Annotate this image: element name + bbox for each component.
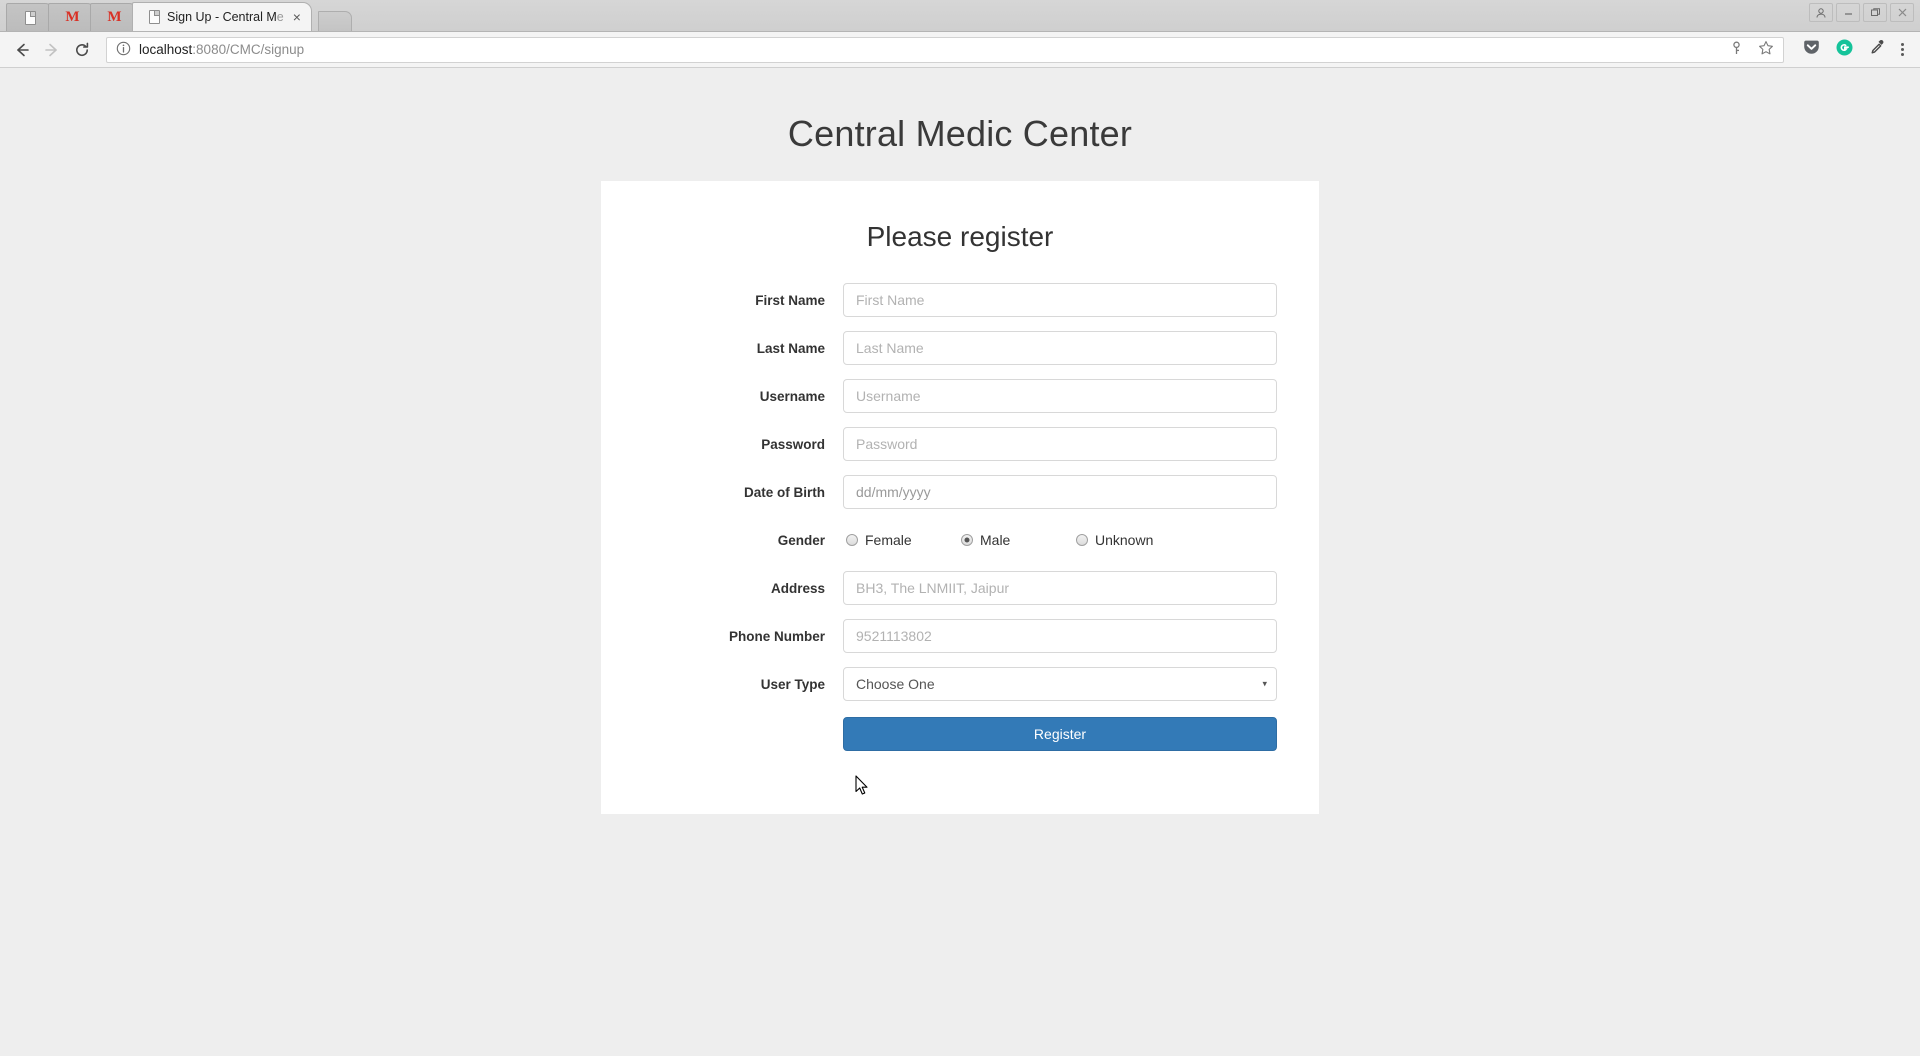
form-row-password: Password bbox=[643, 427, 1277, 461]
browser-title-bar: M M Sign Up - Central Me × bbox=[0, 0, 1920, 32]
form-row-phone-number: Phone Number bbox=[643, 619, 1277, 653]
label-password: Password bbox=[761, 436, 825, 452]
label-gender: Gender bbox=[777, 532, 825, 548]
form-row-date-of-birth: Date of Birth bbox=[643, 475, 1277, 509]
label-date-of-birth: Date of Birth bbox=[744, 484, 825, 500]
form-row-last-name: Last Name bbox=[643, 331, 1277, 365]
radio-label-male: Male bbox=[980, 532, 1011, 548]
submit-spacer bbox=[643, 717, 843, 751]
gender-radio-group: Female Male Unknown bbox=[843, 523, 1277, 557]
document-icon bbox=[24, 10, 36, 25]
browser-tab-active[interactable]: Sign Up - Central Me × bbox=[132, 2, 312, 31]
user-type-select[interactable]: Choose One bbox=[843, 667, 1277, 701]
label-first-name: First Name bbox=[755, 292, 825, 308]
info-circle-icon[interactable] bbox=[116, 41, 131, 59]
label-user-type: User Type bbox=[760, 676, 825, 692]
label-username: Username bbox=[759, 388, 825, 404]
submit-row: Register bbox=[643, 717, 1277, 751]
card-title: Please register bbox=[866, 221, 1054, 252]
new-tab-button[interactable] bbox=[317, 11, 352, 31]
tab-title: Sign Up - Central Me bbox=[167, 10, 284, 24]
label-phone-number: Phone Number bbox=[728, 628, 825, 644]
browser-tab-2[interactable]: M bbox=[48, 3, 96, 31]
form-row-address: Address bbox=[643, 571, 1277, 605]
last-name-input[interactable] bbox=[843, 331, 1277, 365]
pocket-icon[interactable] bbox=[1802, 38, 1821, 62]
username-input[interactable] bbox=[843, 379, 1277, 413]
date-of-birth-input[interactable] bbox=[843, 475, 1277, 509]
phone-number-input[interactable] bbox=[843, 619, 1277, 653]
radio-gender-female[interactable]: Female bbox=[846, 532, 961, 548]
forward-arrow-icon bbox=[38, 36, 66, 64]
radio-circle-icon[interactable] bbox=[846, 534, 858, 546]
tab-strip: M M Sign Up - Central Me × bbox=[6, 0, 352, 31]
label-last-name: Last Name bbox=[756, 340, 825, 356]
tab-close-icon[interactable]: × bbox=[291, 9, 303, 25]
reload-icon[interactable] bbox=[68, 36, 96, 64]
radio-gender-unknown[interactable]: Unknown bbox=[1076, 532, 1191, 548]
page-content: Central Medic Center Please register Fir… bbox=[0, 68, 1920, 1054]
signup-card: Please register First Name Last Name Use… bbox=[601, 181, 1319, 814]
radio-circle-selected-icon[interactable] bbox=[961, 534, 973, 546]
grammarly-icon[interactable] bbox=[1835, 38, 1854, 62]
minimize-icon[interactable] bbox=[1836, 3, 1860, 22]
radio-label-female: Female bbox=[865, 532, 912, 548]
address-bar-url: localhost:8080/CMC/signup bbox=[139, 42, 305, 57]
eyedropper-icon[interactable] bbox=[1868, 38, 1887, 62]
radio-circle-icon[interactable] bbox=[1076, 534, 1088, 546]
form-row-gender: Gender Female Male Unknown bbox=[643, 523, 1277, 557]
extension-icons bbox=[1792, 38, 1893, 62]
form-row-username: Username bbox=[643, 379, 1277, 413]
form-row-user-type: User Type Choose One ▾ bbox=[643, 667, 1277, 701]
key-icon[interactable] bbox=[1729, 41, 1744, 59]
three-dot-menu-icon[interactable] bbox=[1895, 43, 1912, 56]
close-icon[interactable] bbox=[1890, 3, 1914, 22]
browser-toolbar: localhost:8080/CMC/signup bbox=[0, 32, 1920, 68]
window-controls bbox=[1809, 3, 1914, 22]
bookmark-star-icon[interactable] bbox=[1758, 40, 1774, 59]
label-address: Address bbox=[770, 580, 825, 596]
address-input[interactable] bbox=[843, 571, 1277, 605]
app-title: Central Medic Center bbox=[787, 113, 1133, 154]
maximize-icon[interactable] bbox=[1863, 3, 1887, 22]
user-type-select-wrapper: Choose One ▾ bbox=[843, 667, 1277, 701]
radio-gender-male[interactable]: Male bbox=[961, 532, 1076, 548]
password-input[interactable] bbox=[843, 427, 1277, 461]
register-button[interactable]: Register bbox=[843, 717, 1277, 751]
first-name-input[interactable] bbox=[843, 283, 1277, 317]
gmail-icon: M bbox=[65, 9, 79, 25]
gmail-icon: M bbox=[107, 9, 121, 25]
back-arrow-icon[interactable] bbox=[8, 36, 36, 64]
form-row-first-name: First Name bbox=[643, 283, 1277, 317]
browser-tab-1[interactable] bbox=[6, 3, 54, 31]
radio-label-unknown: Unknown bbox=[1095, 532, 1154, 548]
address-bar[interactable]: localhost:8080/CMC/signup bbox=[106, 36, 1784, 63]
document-icon bbox=[149, 10, 160, 24]
profile-icon[interactable] bbox=[1809, 3, 1833, 22]
browser-tab-3[interactable]: M bbox=[90, 3, 138, 31]
